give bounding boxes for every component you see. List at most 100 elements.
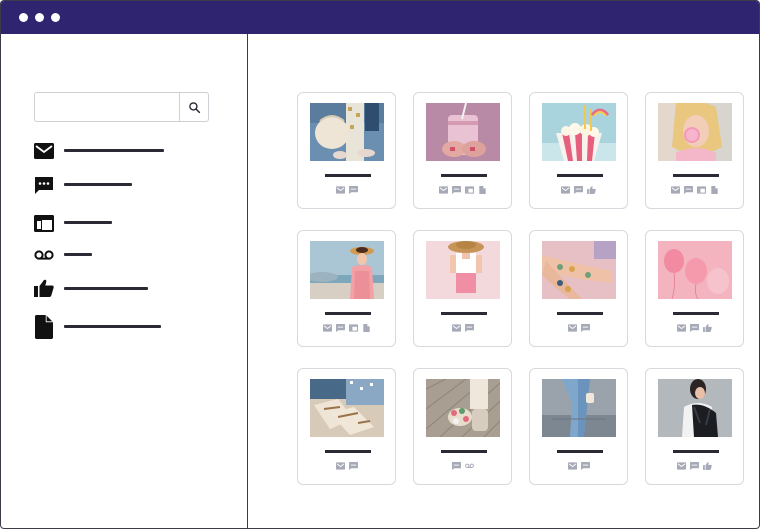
mail-icon[interactable] — [677, 324, 686, 332]
card-action-icons — [530, 462, 627, 470]
card-action-icons — [414, 324, 511, 332]
card-title-bar — [441, 312, 487, 315]
title-bar — [1, 1, 759, 34]
chat-icon[interactable] — [574, 186, 583, 194]
mail-icon[interactable] — [671, 186, 680, 194]
browser-window-icon — [34, 211, 54, 235]
search-box — [34, 92, 209, 122]
photo-card[interactable] — [413, 92, 512, 209]
photo-card[interactable] — [529, 368, 628, 485]
flower-sandals-photo — [426, 379, 500, 437]
voicemail-icon — [34, 243, 54, 267]
chat-icon[interactable] — [465, 324, 474, 332]
pink-drink-photo — [426, 103, 500, 161]
card-title-bar — [673, 450, 719, 453]
document-icon[interactable] — [362, 324, 371, 332]
clutch-bag-photo — [310, 103, 384, 161]
document-icon — [34, 314, 54, 340]
chat-icon[interactable] — [349, 186, 358, 194]
window-control-dot[interactable] — [51, 13, 60, 22]
card-action-icons — [298, 324, 395, 332]
photo-card[interactable] — [297, 92, 396, 209]
card-title-bar — [441, 174, 487, 177]
card-title-bar — [325, 450, 371, 453]
card-title-bar — [325, 174, 371, 177]
photo-card[interactable] — [645, 368, 744, 485]
photo-card[interactable] — [529, 92, 628, 209]
chat-icon[interactable] — [349, 462, 358, 470]
card-action-icons — [646, 324, 743, 332]
mail-icon — [34, 139, 54, 163]
sandals-photo — [310, 379, 384, 437]
mail-icon[interactable] — [439, 186, 448, 194]
denim-legs-photo — [542, 379, 616, 437]
window-control-dot[interactable] — [19, 13, 28, 22]
mail-icon[interactable] — [336, 462, 345, 470]
browser-window — [0, 0, 760, 529]
photo-card[interactable] — [529, 230, 628, 347]
thumbs-up-icon[interactable] — [587, 186, 596, 194]
sidebar-item-label-bar — [64, 149, 164, 152]
search-button[interactable] — [179, 93, 208, 121]
mail-icon[interactable] — [336, 186, 345, 194]
mail-icon[interactable] — [677, 462, 686, 470]
card-action-icons — [646, 186, 743, 194]
document-icon[interactable] — [710, 186, 719, 194]
chat-icon[interactable] — [336, 324, 345, 332]
chat-icon[interactable] — [684, 186, 693, 194]
chat-icon[interactable] — [452, 186, 461, 194]
thumbs-up-icon[interactable] — [703, 324, 712, 332]
card-title-bar — [557, 312, 603, 315]
card-action-icons — [414, 186, 511, 194]
sidebar-item-label-bar — [64, 253, 92, 256]
sidebar — [1, 34, 248, 528]
thumbs-up-icon[interactable] — [703, 462, 712, 470]
chat-icon[interactable] — [581, 324, 590, 332]
card-action-icons — [530, 324, 627, 332]
search-input[interactable] — [35, 93, 181, 121]
sidebar-item-label-bar — [64, 325, 161, 328]
photo-card[interactable] — [645, 92, 744, 209]
card-title-bar — [673, 174, 719, 177]
mail-icon[interactable] — [323, 324, 332, 332]
card-title-bar — [557, 450, 603, 453]
photo-card[interactable] — [413, 230, 512, 347]
card-action-icons — [646, 462, 743, 470]
mail-icon[interactable] — [561, 186, 570, 194]
straw-hat-photo — [426, 241, 500, 299]
sidebar-item-label-bar — [64, 183, 132, 186]
chat-icon[interactable] — [690, 324, 699, 332]
chat-icon — [34, 174, 54, 198]
card-title-bar — [441, 450, 487, 453]
seaside-hat-photo — [310, 241, 384, 299]
photo-card[interactable] — [297, 368, 396, 485]
card-action-icons — [530, 186, 627, 194]
voicemail-icon[interactable] — [465, 462, 474, 470]
chat-icon[interactable] — [452, 462, 461, 470]
photo-card[interactable] — [645, 230, 744, 347]
card-title-bar — [673, 312, 719, 315]
browser-window-icon[interactable] — [465, 186, 474, 194]
backpack-woman-photo — [658, 379, 732, 437]
window-control-dot[interactable] — [35, 13, 44, 22]
document-icon[interactable] — [478, 186, 487, 194]
chat-icon[interactable] — [581, 462, 590, 470]
sidebar-item-label-bar — [64, 287, 148, 290]
pink-balloons-photo — [658, 241, 732, 299]
mail-icon[interactable] — [568, 324, 577, 332]
bubble-gum-photo — [658, 103, 732, 161]
search-icon — [188, 101, 200, 113]
tattoo-arms-photo — [542, 241, 616, 299]
photo-card[interactable] — [297, 230, 396, 347]
chat-icon[interactable] — [690, 462, 699, 470]
card-action-icons — [298, 462, 395, 470]
card-action-icons — [298, 186, 395, 194]
card-title-bar — [325, 312, 371, 315]
mail-icon[interactable] — [568, 462, 577, 470]
photo-card[interactable] — [413, 368, 512, 485]
mail-icon[interactable] — [452, 324, 461, 332]
browser-window-icon[interactable] — [349, 324, 358, 332]
popcorn-photo — [542, 103, 616, 161]
sidebar-item-label-bar — [64, 221, 112, 224]
browser-window-icon[interactable] — [697, 186, 706, 194]
